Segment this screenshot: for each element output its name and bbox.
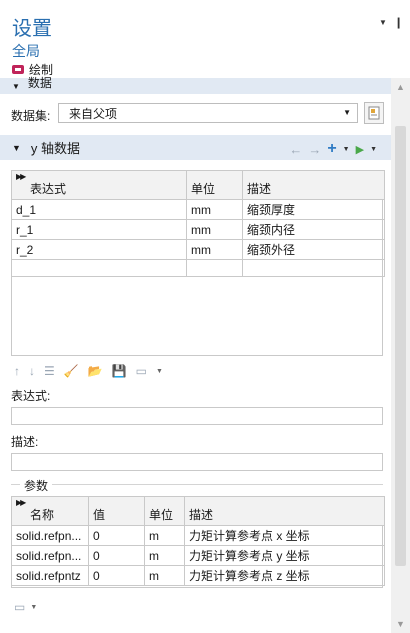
clear-table-icon[interactable]: 🧹	[64, 364, 79, 378]
move-left-icon[interactable]: ←	[289, 142, 302, 157]
expression-field-label: 表达式:	[11, 389, 51, 403]
cell-unit[interactable]: m	[144, 525, 185, 546]
dataset-value: 来自父项	[69, 106, 118, 121]
move-down-icon[interactable]: ↓	[29, 364, 35, 378]
pin-icon[interactable]: ❙	[394, 16, 403, 29]
expand-columns-icon[interactable]: ▶▶	[16, 173, 182, 181]
column-header-unit[interactable]: 单位	[144, 496, 185, 526]
cell-expression[interactable]: r_2	[11, 239, 187, 260]
table-header-row: ▶▶ 名称 值 单位 描述	[11, 496, 385, 526]
parameters-group-label: 参数	[20, 477, 53, 494]
vertical-scrollbar[interactable]: ▲ ▼	[391, 78, 410, 633]
cell-expression[interactable]: d_1	[11, 199, 187, 220]
cell-expression[interactable]: r_1	[11, 219, 187, 240]
column-header-description[interactable]: 描述	[184, 496, 385, 526]
table-row[interactable]: d_1 mm 缩颈厚度	[11, 199, 385, 220]
panel-title: 设置	[12, 18, 52, 40]
cell-unit[interactable]: mm	[186, 219, 243, 240]
cell-description[interactable]: 力矩计算参考点 z 坐标	[184, 565, 385, 586]
column-header-expression[interactable]: ▶▶ 表达式	[11, 170, 187, 200]
section-data-label: 数据	[27, 75, 52, 90]
cell-name[interactable]: solid.refpntz	[11, 565, 89, 586]
cell-description[interactable]: 力矩计算参考点 y 坐标	[184, 545, 385, 566]
dropdown-caret-icon: ▼	[343, 108, 351, 117]
cell-value[interactable]: 0	[88, 525, 145, 546]
cell-unit[interactable]: mm	[186, 239, 243, 260]
section-data-header[interactable]: ▼ 数据	[0, 76, 391, 94]
evaluate-dropdown-icon[interactable]: ▼	[370, 146, 377, 153]
cell-name[interactable]: solid.refpn...	[11, 545, 89, 566]
scroll-up-icon[interactable]: ▲	[396, 82, 405, 92]
collapse-triangle-icon[interactable]: ▼	[12, 82, 20, 91]
dataset-label: 数据集:	[11, 109, 51, 123]
add-dropdown-icon[interactable]: ▼	[343, 146, 350, 153]
section-y-data-label: y 轴数据	[30, 141, 81, 156]
more-options-icon[interactable]: ▭	[136, 364, 147, 378]
load-from-file-icon[interactable]: 📂	[88, 364, 103, 378]
cell-unit[interactable]: mm	[186, 199, 243, 220]
cell-description[interactable]: 缩颈外径	[242, 239, 385, 260]
scroll-down-icon[interactable]: ▼	[396, 619, 405, 629]
move-up-icon[interactable]: ↑	[14, 364, 20, 378]
evaluate-icon[interactable]: ▶	[356, 143, 364, 156]
expression-field[interactable]	[11, 407, 383, 425]
collapse-triangle-icon[interactable]: ▼	[12, 143, 21, 153]
column-header-description[interactable]: 描述	[242, 170, 385, 200]
parameters-table: ▶▶ 名称 值 单位 描述 solid.refpn... 0 m 力矩计算参考点…	[11, 496, 385, 588]
table-row[interactable]: solid.refpntz 0 m 力矩计算参考点 z 坐标	[11, 565, 385, 586]
go-to-source-button[interactable]	[364, 102, 384, 124]
cell-value[interactable]: 0	[88, 545, 145, 566]
table-header-row: ▶▶ 表达式 单位 描述	[11, 170, 385, 200]
cell-description[interactable]: 缩颈厚度	[242, 199, 385, 220]
settings-panel: 设置 ▼ ❙ 全局 绘制 ▼ 数据 数据集: 来自父项 ▼ ▼ y 轴数据 ← …	[0, 0, 410, 633]
table-row-empty[interactable]	[11, 259, 385, 277]
dataset-select[interactable]: 来自父项 ▼	[58, 103, 358, 123]
cell-description[interactable]: 缩颈内径	[242, 219, 385, 240]
table-row[interactable]: solid.refpn... 0 m 力矩计算参考点 y 坐标	[11, 545, 385, 566]
delete-icon[interactable]: ☰	[44, 364, 55, 378]
more-options-dropdown-icon[interactable]: ▼	[156, 368, 163, 375]
column-header-name[interactable]: ▶▶ 名称	[11, 496, 89, 526]
y-data-toolbar: ← → + ▼ ▶ ▼	[289, 140, 377, 158]
parameters-group-border	[11, 484, 383, 485]
parameters-toolbar: ▭ ▼	[14, 600, 37, 614]
cell-unit[interactable]: m	[144, 565, 185, 586]
plot-node-icon	[12, 65, 24, 74]
description-field[interactable]	[11, 453, 383, 471]
more-options-icon[interactable]: ▭	[14, 600, 25, 614]
cell-unit[interactable]: m	[144, 545, 185, 566]
cell-value[interactable]: 0	[88, 565, 145, 586]
column-header-value[interactable]: 值	[88, 496, 145, 526]
move-right-icon[interactable]: →	[308, 142, 321, 157]
cell-name[interactable]: solid.refpn...	[11, 525, 89, 546]
more-options-dropdown-icon[interactable]: ▼	[30, 604, 37, 611]
table-row[interactable]: r_2 mm 缩颈外径	[11, 239, 385, 260]
panel-subtitle: 全局	[12, 43, 40, 59]
section-y-data-header[interactable]: ▼ y 轴数据 ← → + ▼ ▶ ▼	[0, 135, 391, 160]
save-to-file-icon[interactable]: 💾	[112, 364, 127, 378]
column-header-unit[interactable]: 单位	[186, 170, 243, 200]
scrollbar-thumb[interactable]	[395, 126, 406, 566]
y-data-table: ▶▶ 表达式 单位 描述 d_1 mm 缩颈厚度 r_1 mm 缩颈内径 r_2…	[11, 170, 385, 356]
cell-description[interactable]: 力矩计算参考点 x 坐标	[184, 525, 385, 546]
description-field-label: 描述:	[11, 435, 39, 449]
add-icon[interactable]: +	[327, 140, 336, 158]
y-data-table-toolbar: ↑ ↓ ☰ 🧹 📂 💾 ▭ ▼	[14, 364, 163, 378]
table-row[interactable]: solid.refpn... 0 m 力矩计算参考点 x 坐标	[11, 525, 385, 546]
panel-menu-chevron-icon[interactable]: ▼	[379, 18, 387, 27]
expand-columns-icon[interactable]: ▶▶	[16, 499, 84, 507]
table-row[interactable]: r_1 mm 缩颈内径	[11, 219, 385, 240]
go-to-source-icon	[368, 106, 380, 120]
